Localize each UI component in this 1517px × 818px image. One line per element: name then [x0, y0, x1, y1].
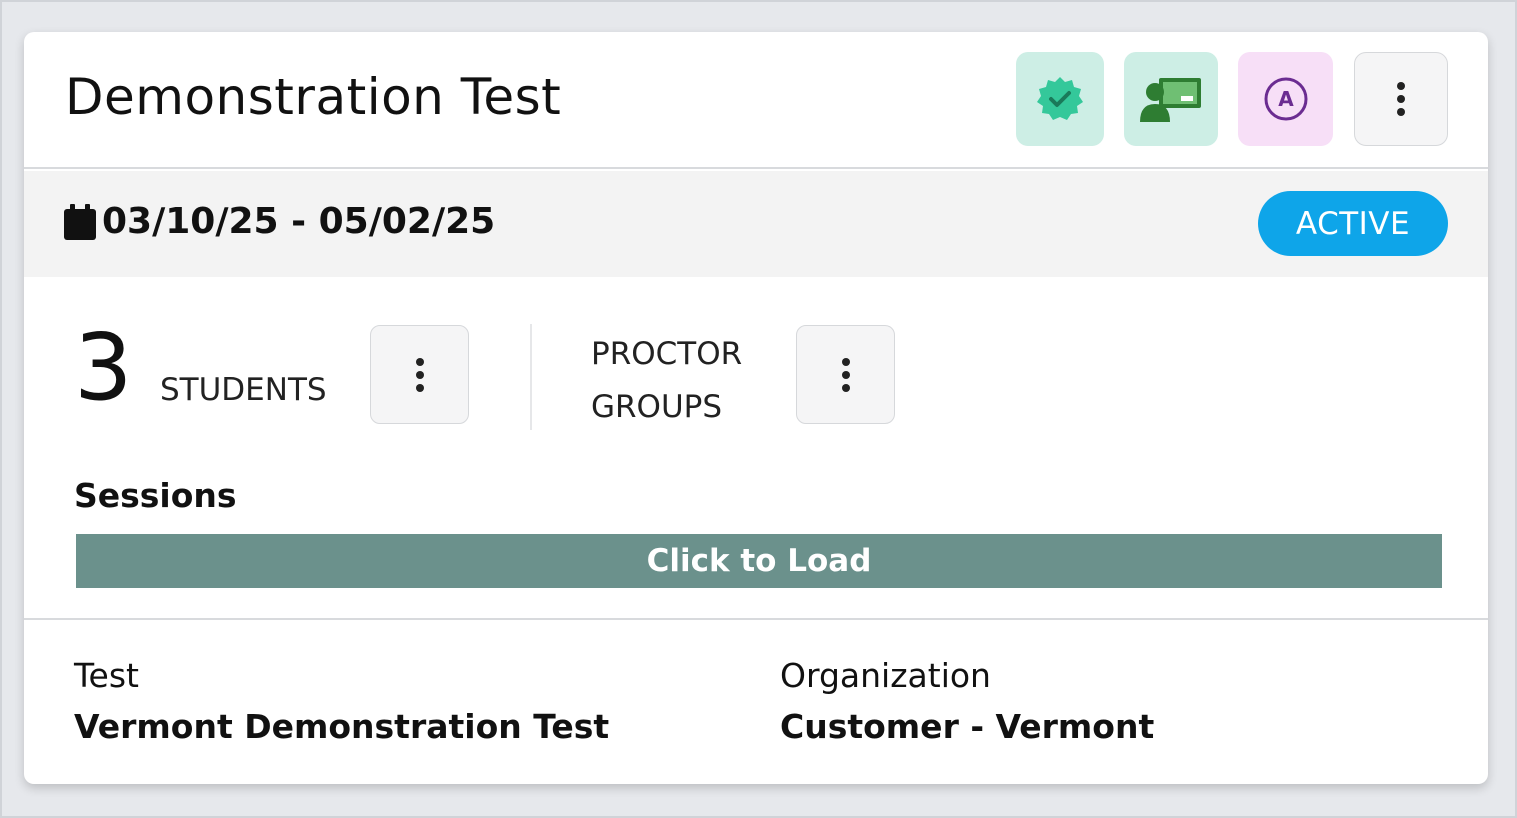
- test-label: Test: [74, 656, 139, 695]
- more-vertical-icon: [1397, 82, 1405, 116]
- calendar-icon: [64, 204, 96, 240]
- load-sessions-button[interactable]: Click to Load: [76, 534, 1442, 588]
- proctor-groups-menu-button[interactable]: [796, 325, 895, 424]
- card-title: Demonstration Test: [65, 68, 562, 126]
- stat-divider: [530, 324, 532, 430]
- card-header: Demonstration Test A: [24, 32, 1488, 169]
- card-more-button[interactable]: [1354, 52, 1448, 146]
- proctor-groups-label: PROCTOR GROUPS: [591, 336, 743, 425]
- accommodations-button[interactable]: A: [1238, 52, 1333, 146]
- status-badge: ACTIVE: [1258, 191, 1448, 256]
- verified-button[interactable]: [1016, 52, 1104, 146]
- students-menu-button[interactable]: [370, 325, 469, 424]
- students-count: 3: [74, 314, 133, 421]
- more-vertical-icon: [841, 357, 850, 392]
- footer-divider: [24, 618, 1488, 620]
- proctor-classroom-icon: [1140, 78, 1201, 122]
- test-value: Vermont Demonstration Test: [74, 707, 610, 746]
- test-card: Demonstration Test A 03/10/25 - 05/02/25…: [24, 32, 1488, 784]
- organization-label: Organization: [780, 656, 991, 695]
- accommodation-a-icon: A: [1264, 77, 1307, 121]
- sessions-label: Sessions: [74, 476, 237, 515]
- svg-text:A: A: [1278, 87, 1294, 111]
- proctor-button[interactable]: [1124, 52, 1218, 146]
- more-vertical-icon: [415, 357, 424, 392]
- organization-value: Customer - Vermont: [780, 707, 1155, 746]
- date-range: 03/10/25 - 05/02/25: [102, 201, 496, 242]
- schedule-bar: 03/10/25 - 05/02/25 ACTIVE: [24, 171, 1488, 277]
- students-label: STUDENTS: [160, 372, 327, 408]
- verified-badge-icon: [1037, 77, 1083, 120]
